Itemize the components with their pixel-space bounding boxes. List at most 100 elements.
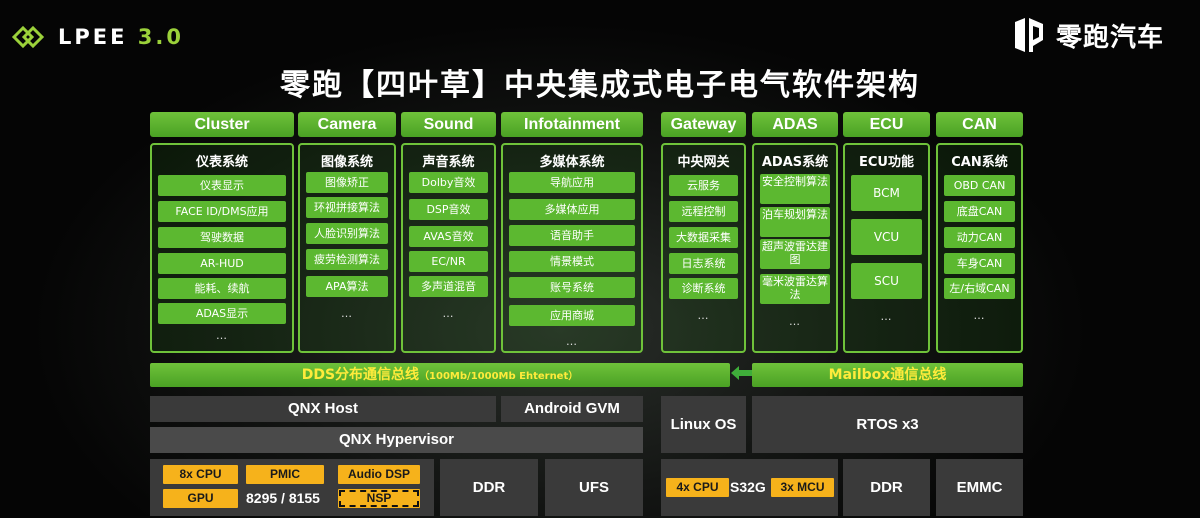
panel-sound: 声音系统 Dolby音效 DSP音效 AVAS音效 EC/NR 多声道混音 …	[401, 143, 496, 353]
list-item: 底盘CAN	[944, 201, 1015, 222]
architecture-diagram: LPEE 3.0 零跑汽车 零跑【四叶草】中央集成式电子电气软件架构 Clust…	[0, 0, 1200, 518]
more-ellipsis: …	[880, 310, 893, 323]
more-ellipsis: …	[789, 315, 801, 328]
list-item: 多媒体应用	[509, 199, 635, 220]
lpee-logo: LPEE 3.0	[6, 20, 184, 54]
ddr-block-1: DDR	[440, 459, 538, 516]
list-item: 泊车规划算法	[760, 207, 830, 237]
more-ellipsis: …	[216, 329, 228, 342]
list-item: 环视拼接算法	[306, 197, 388, 218]
panel-title: 多媒体系统	[539, 155, 605, 170]
linux-os-block: Linux OS	[661, 396, 746, 453]
list-item: EC/NR	[409, 251, 488, 272]
header-adas: ADAS	[752, 112, 838, 137]
leapmotor-brand-icon	[1015, 18, 1043, 52]
list-item: APA算法	[306, 276, 388, 297]
chip-8x-cpu: 8x CPU	[163, 465, 238, 484]
panel-title: ADAS系统	[761, 155, 829, 170]
leaf-logo-icon	[11, 25, 45, 49]
list-item: DSP音效	[409, 199, 488, 220]
list-item: 左/右域CAN	[944, 278, 1015, 299]
list-item: Dolby音效	[409, 172, 488, 193]
header-infotainment: Infotainment	[501, 112, 643, 137]
chip-nsp: NSP	[338, 489, 420, 508]
list-item: FACE ID/DMS应用	[158, 201, 286, 222]
list-item: 车身CAN	[944, 253, 1015, 274]
list-item: 驾驶数据	[158, 227, 286, 248]
soc-name: 8295 / 8155	[246, 490, 320, 506]
chip-pmic: PMIC	[246, 465, 324, 484]
list-item: BCM	[851, 175, 922, 211]
chip-audio-dsp: Audio DSP	[338, 465, 420, 484]
dds-bus-label: DDS分布通信总线	[301, 367, 420, 383]
list-item: 能耗、续航	[158, 278, 286, 299]
chip-gpu: GPU	[163, 489, 238, 508]
panel-title: CAN系统	[951, 155, 1008, 170]
panel-camera: 图像系统 图像矫正 环视拼接算法 人脸识别算法 疲劳检测算法 APA算法 …	[298, 143, 396, 353]
qnx-host-block: QNX Host	[150, 396, 496, 422]
list-item: 大数据采集	[669, 227, 738, 248]
list-item: VCU	[851, 219, 922, 255]
panel-adas: ADAS系统 安全控制算法 泊车规划算法 超声波雷达建图 毫米波雷达算法 …	[752, 143, 838, 353]
panel-title: 中央网关	[677, 155, 730, 170]
diagram-title: 零跑【四叶草】中央集成式电子电气软件架构	[280, 68, 920, 103]
list-item: ADAS显示	[158, 303, 286, 324]
leapmotor-logo-text: 零跑汽车	[1056, 22, 1165, 53]
list-item: 导航应用	[509, 172, 635, 193]
list-item: OBD CAN	[944, 175, 1015, 196]
header-gateway: Gateway	[661, 112, 746, 137]
lpee-logo-text: LPEE 3.0	[58, 25, 184, 49]
panel-can: CAN系统 OBD CAN 底盘CAN 动力CAN 车身CAN 左/右域CAN …	[936, 143, 1023, 353]
list-item: 安全控制算法	[760, 174, 830, 204]
chip-4x-cpu: 4x CPU	[666, 478, 729, 497]
list-item: 语音助手	[509, 225, 635, 246]
panel-cluster: 仪表系统 仪表显示 FACE ID/DMS应用 驾驶数据 AR-HUD 能耗、续…	[150, 143, 294, 353]
panel-title: 仪表系统	[195, 155, 248, 170]
ufs-block: UFS	[545, 459, 643, 516]
leapmotor-logo: 零跑汽车	[1012, 16, 1164, 54]
list-item: 毫米波雷达算法	[760, 274, 830, 304]
emmc-block: EMMC	[936, 459, 1023, 516]
list-item: 动力CAN	[944, 227, 1015, 248]
list-item: SCU	[851, 263, 922, 299]
panel-title: 声音系统	[422, 155, 475, 170]
panel-ecu: ECU功能 BCM VCU SCU …	[843, 143, 930, 353]
more-ellipsis: …	[973, 309, 986, 322]
list-item: 超声波雷达建图	[760, 239, 830, 269]
panel-infotainment: 多媒体系统 导航应用 多媒体应用 语音助手 情景模式 账号系统 应用商城 …	[501, 143, 643, 353]
more-ellipsis: …	[442, 307, 455, 320]
list-item: AVAS音效	[409, 226, 488, 247]
more-ellipsis: …	[341, 307, 353, 320]
header-ecu: ECU	[843, 112, 930, 137]
header-camera: Camera	[298, 112, 396, 137]
list-item: AR-HUD	[158, 253, 286, 274]
header-sound: Sound	[401, 112, 496, 137]
android-gvm-block: Android GVM	[501, 396, 643, 422]
ddr-block-2: DDR	[843, 459, 930, 516]
list-item: 多声道混音	[409, 276, 488, 297]
more-ellipsis: …	[566, 335, 578, 348]
qnx-hypervisor-block: QNX Hypervisor	[150, 427, 643, 453]
panel-title: 图像系统	[320, 155, 373, 170]
list-item: 人脸识别算法	[306, 223, 388, 244]
list-item: 应用商城	[509, 305, 635, 326]
dds-bus: DDS分布通信总线（100Mb/1000Mb Ehternet）	[150, 363, 730, 387]
list-item: 日志系统	[669, 253, 738, 274]
rtos-block: RTOS x3	[752, 396, 1023, 453]
panel-title: ECU功能	[859, 155, 914, 170]
header-can: CAN	[936, 112, 1023, 137]
list-item: 仪表显示	[158, 175, 286, 196]
mailbox-bus: Mailbox通信总线	[752, 363, 1023, 387]
list-item: 云服务	[669, 175, 738, 196]
list-item: 图像矫正	[306, 172, 388, 193]
dds-bus-note: （100Mb/1000Mb Ehternet）	[419, 371, 579, 382]
chip-3x-mcu: 3x MCU	[771, 478, 834, 497]
mcu-name: S32G	[730, 479, 766, 495]
panel-gateway: 中央网关 云服务 远程控制 大数据采集 日志系统 诊断系统 …	[661, 143, 746, 353]
list-item: 情景模式	[509, 251, 635, 272]
list-item: 远程控制	[669, 201, 738, 222]
list-item: 账号系统	[509, 277, 635, 298]
more-ellipsis: …	[697, 309, 710, 322]
list-item: 疲劳检测算法	[306, 249, 388, 270]
list-item: 诊断系统	[669, 278, 738, 299]
